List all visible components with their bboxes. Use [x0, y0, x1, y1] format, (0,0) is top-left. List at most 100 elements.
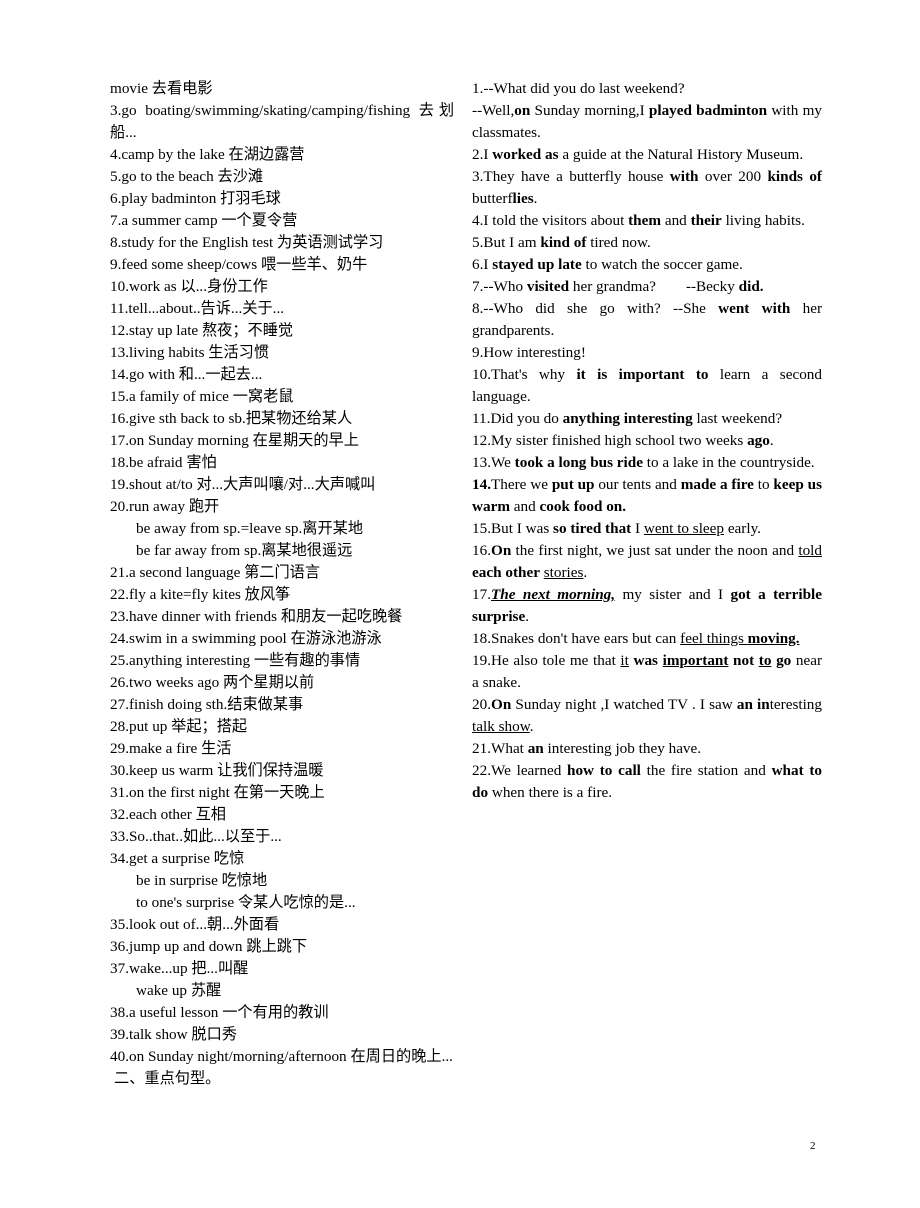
text-run: 13.We: [472, 454, 515, 471]
text-run: to: [758, 652, 772, 669]
text-run: did.: [738, 278, 764, 295]
text-run: There we: [491, 476, 552, 493]
text-run: living habits.: [721, 212, 805, 229]
sentence-entry: 22.We learned how to call the fire stati…: [472, 760, 822, 804]
sentence-entry: 13.We took a long bus ride to a lake in …: [472, 452, 822, 474]
vocabulary-entry: 5.go to the beach 去沙滩: [110, 168, 264, 185]
text-run: kind of: [540, 234, 587, 251]
text-run: ago: [747, 432, 770, 449]
text-run: to: [753, 476, 774, 493]
text-run: a guide at the Natural History Museum.: [558, 146, 804, 163]
text-run: kinds of: [767, 168, 822, 185]
text-run: teresting: [769, 696, 822, 713]
text-run: on: [514, 102, 531, 119]
text-run: to a lake in the countryside.: [642, 454, 815, 471]
text-run: over 200: [698, 168, 768, 185]
vocabulary-entry: 32.each other 互相: [110, 806, 226, 823]
text-run: with: [669, 168, 699, 185]
sentence-entries: 1.--What did you do last weekend? --Well,…: [472, 78, 822, 804]
text-run: 7.--Who: [472, 278, 527, 295]
text-run: moving.: [747, 630, 800, 647]
text-run: last weekend?: [692, 410, 783, 427]
vocabulary-entry: 6.play badminton 打羽毛球: [110, 190, 281, 207]
vocabulary-entry: 14.go with 和...一起去...: [110, 366, 263, 383]
text-run: and: [661, 212, 691, 229]
sentence-entry: 7.--Who visited her grandma? --Becky did.: [472, 276, 822, 298]
text-run: 5.But I am: [472, 234, 541, 251]
vocabulary-entry: 4.camp by the lake 在湖边露营: [110, 146, 305, 163]
text-run: when there is a fire.: [488, 784, 613, 801]
sentence-entry: 11.Did you do anything interesting last …: [472, 408, 822, 430]
text-run: worked as: [492, 146, 559, 163]
text-run: went to sleep: [643, 520, 725, 537]
text-run: not: [733, 652, 755, 669]
text-run: 19.He also tole me that: [472, 652, 621, 669]
text-run: lies: [512, 190, 534, 207]
vocabulary-entry: 12.stay up late 熬夜；不睡觉: [110, 322, 294, 339]
text-run: was: [633, 652, 658, 669]
vocabulary-entry: to one's surprise 令某人吃惊的是...: [136, 894, 356, 911]
text-run: .: [583, 564, 588, 581]
text-run: my sister and I: [615, 586, 731, 603]
vocabulary-entry: 37.wake...up 把...叫醒: [110, 960, 249, 977]
text-run: 10.That's why: [472, 366, 577, 383]
vocabulary-entry: 24.swim in a swimming pool 在游泳池游泳: [110, 630, 382, 647]
text-run: it: [620, 652, 629, 669]
text-run: important: [662, 652, 729, 669]
text-run: went with: [718, 300, 791, 317]
text-run: put up: [551, 476, 595, 493]
text-run: tired now.: [586, 234, 651, 251]
text-run: 14.: [472, 476, 492, 493]
vocabulary-entry: 23.have dinner with friends 和朋友一起吃晚餐: [110, 608, 403, 625]
text-run: anything interesting: [562, 410, 693, 427]
text-run: 11.Did you do: [472, 410, 563, 427]
vocabulary-entry: 36.jump up and down 跳上跳下: [110, 938, 308, 955]
vocabulary-entry: 10.work as 以...身份工作: [110, 278, 268, 295]
sentence-entry: 1.--What did you do last weekend?: [472, 78, 822, 100]
vocabulary-entry: 15.a family of mice 一窝老鼠: [110, 388, 294, 405]
left-column-vocabulary-list: movie 去看电影 3.go boating/swimming/skating/…: [110, 78, 454, 1090]
text-run: 18.Snakes don't have ears but can: [472, 630, 681, 647]
text-run: visited: [526, 278, 570, 295]
sentence-entry: 12.My sister finished high school two we…: [472, 430, 822, 452]
vocabulary-entry: 34.get a surprise 吃惊: [110, 850, 245, 867]
text-run: the first night, we just sat under the n…: [511, 542, 799, 559]
text-run: so tired that: [553, 520, 632, 537]
vocabulary-entry: 8.study for the English test 为英语测试学习: [110, 234, 384, 251]
text-run: 2.I: [472, 146, 493, 163]
vocabulary-entry: 13.living habits 生活习惯: [110, 344, 270, 361]
text-run: 1.--What did you do last weekend?: [472, 80, 685, 97]
two-column-body: movie 去看电影 3.go boating/swimming/skating/…: [110, 78, 822, 1090]
text-run: 16.: [472, 542, 492, 559]
text-run: 20.: [472, 696, 492, 713]
vocabulary-entry: 26.two weeks ago 两个星期以前: [110, 674, 315, 691]
vocabulary-entry: 28.put up 举起；搭起: [110, 718, 248, 735]
vocabulary-entry: 25.anything interesting 一些有趣的事情: [110, 652, 361, 669]
vocabulary-entry: movie 去看电影: [110, 80, 213, 97]
sentence-entry: 18.Snakes don't have ears but can feel t…: [472, 628, 822, 650]
text-run: I: [631, 520, 644, 537]
text-run: talk show: [472, 718, 530, 735]
vocabulary-entry: 7.a summer camp 一个夏令营: [110, 212, 298, 229]
text-run: 12.My sister finished high school two we…: [472, 432, 748, 449]
text-run: to watch the soccer game.: [581, 256, 743, 273]
vocabulary-entry: 20.run away 跑开: [110, 498, 220, 515]
vocabulary-entry: 27.finish doing sth.结束做某事: [110, 696, 304, 713]
text-run: made a fire: [680, 476, 754, 493]
text-run: stories: [543, 564, 584, 581]
vocabulary-entry: 31.on the first night 在第一天晚上: [110, 784, 325, 801]
text-run: Sunday night ,I watched TV . I saw: [511, 696, 737, 713]
text-run: cook food on.: [539, 498, 627, 515]
vocabulary-entry: 18.be afraid 害怕: [110, 454, 217, 471]
sentence-entry: 4.I told the visitors about them and the…: [472, 210, 822, 232]
text-run: 8.--Who did she go with? --She: [472, 300, 719, 317]
text-run: their: [690, 212, 722, 229]
vocabulary-entry: 29.make a fire 生活: [110, 740, 232, 757]
vocabulary-entry: 33.So..that..如此...以至于...: [110, 828, 282, 845]
text-run: 3.They have a butterfly house: [472, 168, 670, 185]
text-run: played badminton: [648, 102, 768, 119]
vocabulary-entry: be away from sp.=leave sp.离开某地: [136, 520, 364, 537]
vocabulary-entry: 9.feed some sheep/cows 喂一些羊、奶牛: [110, 256, 368, 273]
text-run: them: [628, 212, 662, 229]
sentence-entry: --Well,on Sunday morning,I played badmin…: [472, 100, 822, 144]
